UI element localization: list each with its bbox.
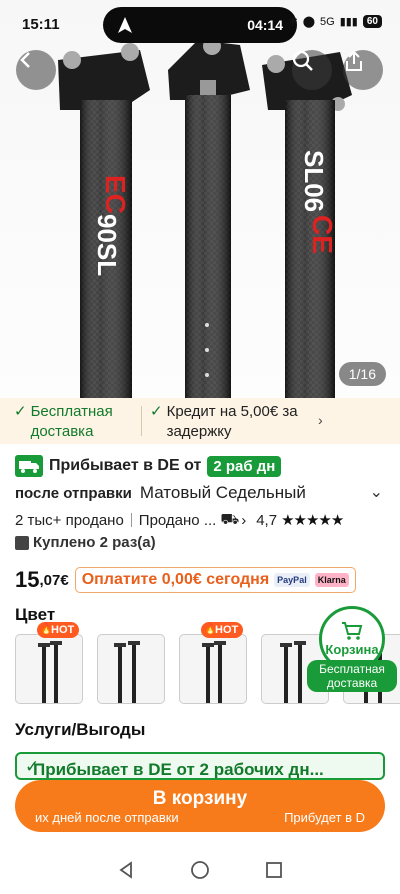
price-row: 15 ,07€ Оплатите 0,00€ сегодня PayPal Kl…	[15, 566, 390, 594]
navigation-arrow-icon	[118, 17, 132, 33]
thumbnail-image	[38, 641, 62, 703]
price-integer: 15	[15, 567, 40, 592]
svg-text:90SL: 90SL	[92, 214, 122, 276]
arrival-info[interactable]: Прибывает в DE от 2 раб дн	[15, 453, 385, 479]
cart-icon	[342, 622, 363, 640]
sold-count: 2 тыс+ продано	[15, 511, 124, 529]
divider	[141, 406, 142, 436]
product-image-gallery[interactable]: EC 90SL SL06 CE 1/16	[0, 0, 400, 398]
add-to-cart-label: В корзину	[152, 787, 248, 809]
flame-icon: 🔥	[40, 624, 53, 635]
credit-label: Кредит на 5,00€ за задержку	[166, 403, 298, 440]
dynamic-island[interactable]: 04:14	[103, 7, 297, 43]
add-to-cart-button[interactable]: В корзину их дней после отправки Прибуде…	[15, 780, 385, 832]
chevron-right-icon[interactable]: ›	[241, 512, 246, 529]
cart-label: Корзина	[325, 642, 379, 657]
share-icon	[346, 50, 362, 71]
svg-text:CE: CE	[307, 215, 338, 254]
arrival-banner-text: ✓ Прибывает в DE от 2 рабочих дн...	[25, 757, 324, 779]
store-icon: ⛟	[220, 510, 240, 528]
thumbnail-image	[202, 641, 226, 703]
sold-by-link[interactable]: Продано ...	[139, 512, 217, 529]
arrival-banner[interactable]: ✓ Прибывает в DE от 2 рабочих дн...	[15, 752, 385, 780]
nav-home-icon[interactable]	[190, 860, 210, 880]
shopping-bag-icon	[15, 535, 29, 550]
pay-today-label: Оплатите 0,00€ сегодня	[81, 571, 270, 588]
seatpost-product-image: EC 90SL SL06 CE	[58, 37, 352, 398]
add-to-cart-subtext: их дней после отправки Прибудет в D	[35, 809, 365, 825]
status-icons: ✱ ⬤ 5G ▮▮▮ 60	[288, 15, 382, 28]
check-icon: ✓	[150, 403, 163, 420]
nav-back-icon[interactable]	[117, 861, 135, 879]
flame-icon: 🔥	[204, 624, 217, 635]
pay-later-banner[interactable]: Оплатите 0,00€ сегодня PayPal Klarna	[74, 567, 356, 593]
services-heading: Услуги/Выгоды	[15, 720, 146, 739]
hot-badge: 🔥 HOT	[201, 622, 244, 638]
benefits-strip[interactable]: ✓ Бесплатная доставка ✓ Кредит на 5,00€ …	[0, 398, 400, 444]
klarna-badge: Klarna	[314, 573, 349, 587]
brand-logo-1: EC	[100, 175, 131, 214]
back-icon	[20, 52, 30, 68]
location-icon: ⬤	[302, 16, 316, 28]
share-button[interactable]	[343, 50, 383, 90]
system-nav-bar	[0, 846, 400, 894]
color-option-2[interactable]	[97, 634, 165, 704]
chevron-down-icon[interactable]: ⌄	[370, 482, 383, 502]
island-time: 04:14	[247, 17, 283, 33]
hot-badge: 🔥 HOT	[37, 622, 80, 638]
paypal-badge: PayPal	[274, 573, 310, 587]
free-shipping-benefit: ✓ Бесплатная доставка	[14, 402, 140, 442]
free-shipping-label: Бесплатная доставка	[30, 403, 113, 440]
color-option-1[interactable]	[15, 634, 83, 704]
bluetooth-icon: ✱	[288, 16, 298, 28]
price-fraction: ,07€	[39, 571, 69, 589]
arrival-days-badge: 2 раб дн	[207, 455, 282, 477]
status-bar: 15:11 04:14 ✱ ⬤ 5G ▮▮▮ 60	[0, 0, 400, 48]
status-time: 15:11	[22, 16, 60, 33]
check-icon: ✓	[14, 403, 27, 420]
back-button[interactable]	[16, 50, 56, 90]
signal-icon: ▮▮▮	[339, 16, 358, 28]
battery-icon: 60	[362, 15, 382, 28]
search-button[interactable]	[292, 50, 332, 90]
rating-value: 4,7	[256, 511, 278, 529]
bought-label: Куплено 2 раз(а)	[33, 534, 156, 551]
network-label: 5G	[320, 15, 335, 28]
credit-benefit: ✓ Кредит на 5,00€ за задержку	[150, 402, 330, 442]
product-title-row[interactable]: после отправки Матовый Седельный ⌄	[15, 482, 385, 504]
cart-free-shipping: Бесплатная доставка	[307, 660, 397, 692]
search-icon	[292, 50, 313, 71]
nav-recents-icon[interactable]	[265, 861, 283, 879]
arrival-label: Прибывает в DE от	[49, 457, 202, 474]
product-stats: 2 тыс+ продано Продано ... ⛟ › 4,7 ★★★★★	[15, 510, 390, 530]
truck-icon	[15, 455, 43, 477]
brand-logo-2: SL06	[299, 150, 329, 212]
bought-info: Куплено 2 раз(а)	[15, 534, 156, 551]
product-title: Матовый Седельный	[139, 483, 306, 502]
floating-cart[interactable]: Корзина Бесплатная доставка	[307, 606, 397, 694]
after-dispatch-label: после отправки	[15, 484, 132, 502]
color-option-3[interactable]	[179, 634, 247, 704]
chevron-right-icon[interactable]: ›	[318, 412, 323, 428]
rating-stars[interactable]: ★★★★★	[281, 511, 344, 529]
thumbnail-image	[114, 641, 140, 703]
image-counter: 1/16	[338, 362, 386, 386]
divider	[130, 513, 132, 527]
